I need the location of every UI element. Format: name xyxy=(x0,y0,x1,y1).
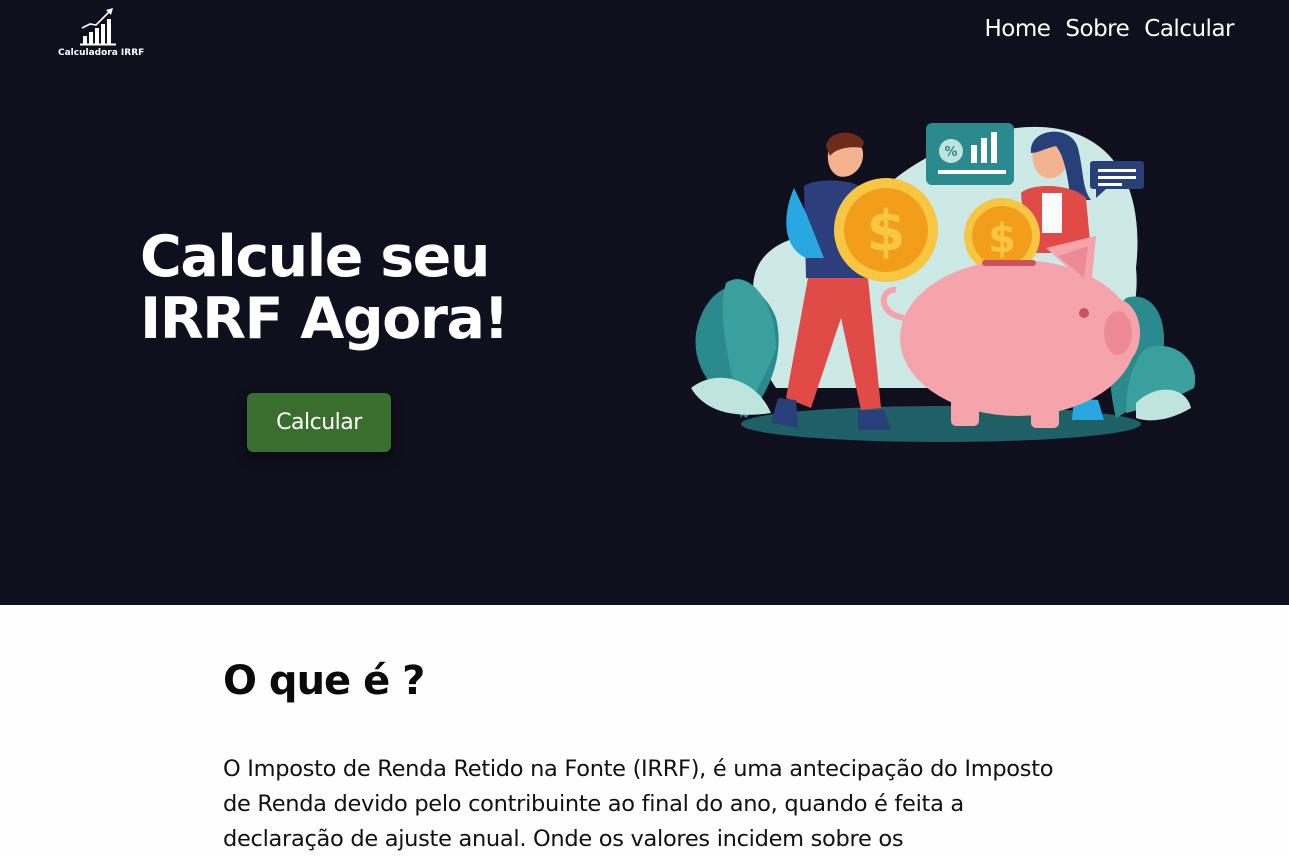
main-nav: Home Sobre Calcular xyxy=(984,16,1234,42)
nav-calcular-link[interactable]: Calcular xyxy=(1144,16,1234,42)
section-body: O Imposto de Renda Retido na Fonte (IRRF… xyxy=(223,756,1054,852)
hero-title: Calcule seu IRRF Agora! xyxy=(140,224,509,352)
logo-text: Calculadora IRRF xyxy=(58,48,145,58)
logo[interactable]: Calculadora IRRF xyxy=(58,6,145,62)
section-title: O que é ? xyxy=(223,658,425,704)
calcular-button[interactable]: Calcular xyxy=(247,393,391,452)
svg-text:$: $ xyxy=(988,216,1016,262)
hero-section: Calculadora IRRF Home Sobre Calcular Cal… xyxy=(0,0,1289,605)
nav-home-link[interactable]: Home xyxy=(984,16,1050,42)
svg-text:%: % xyxy=(944,145,957,160)
bar-chart-growth-icon xyxy=(80,8,116,46)
nav-sobre-link[interactable]: Sobre xyxy=(1065,16,1129,42)
piggy-bank-illustration: % $ $ xyxy=(691,123,1196,442)
svg-text:$: $ xyxy=(867,199,906,264)
